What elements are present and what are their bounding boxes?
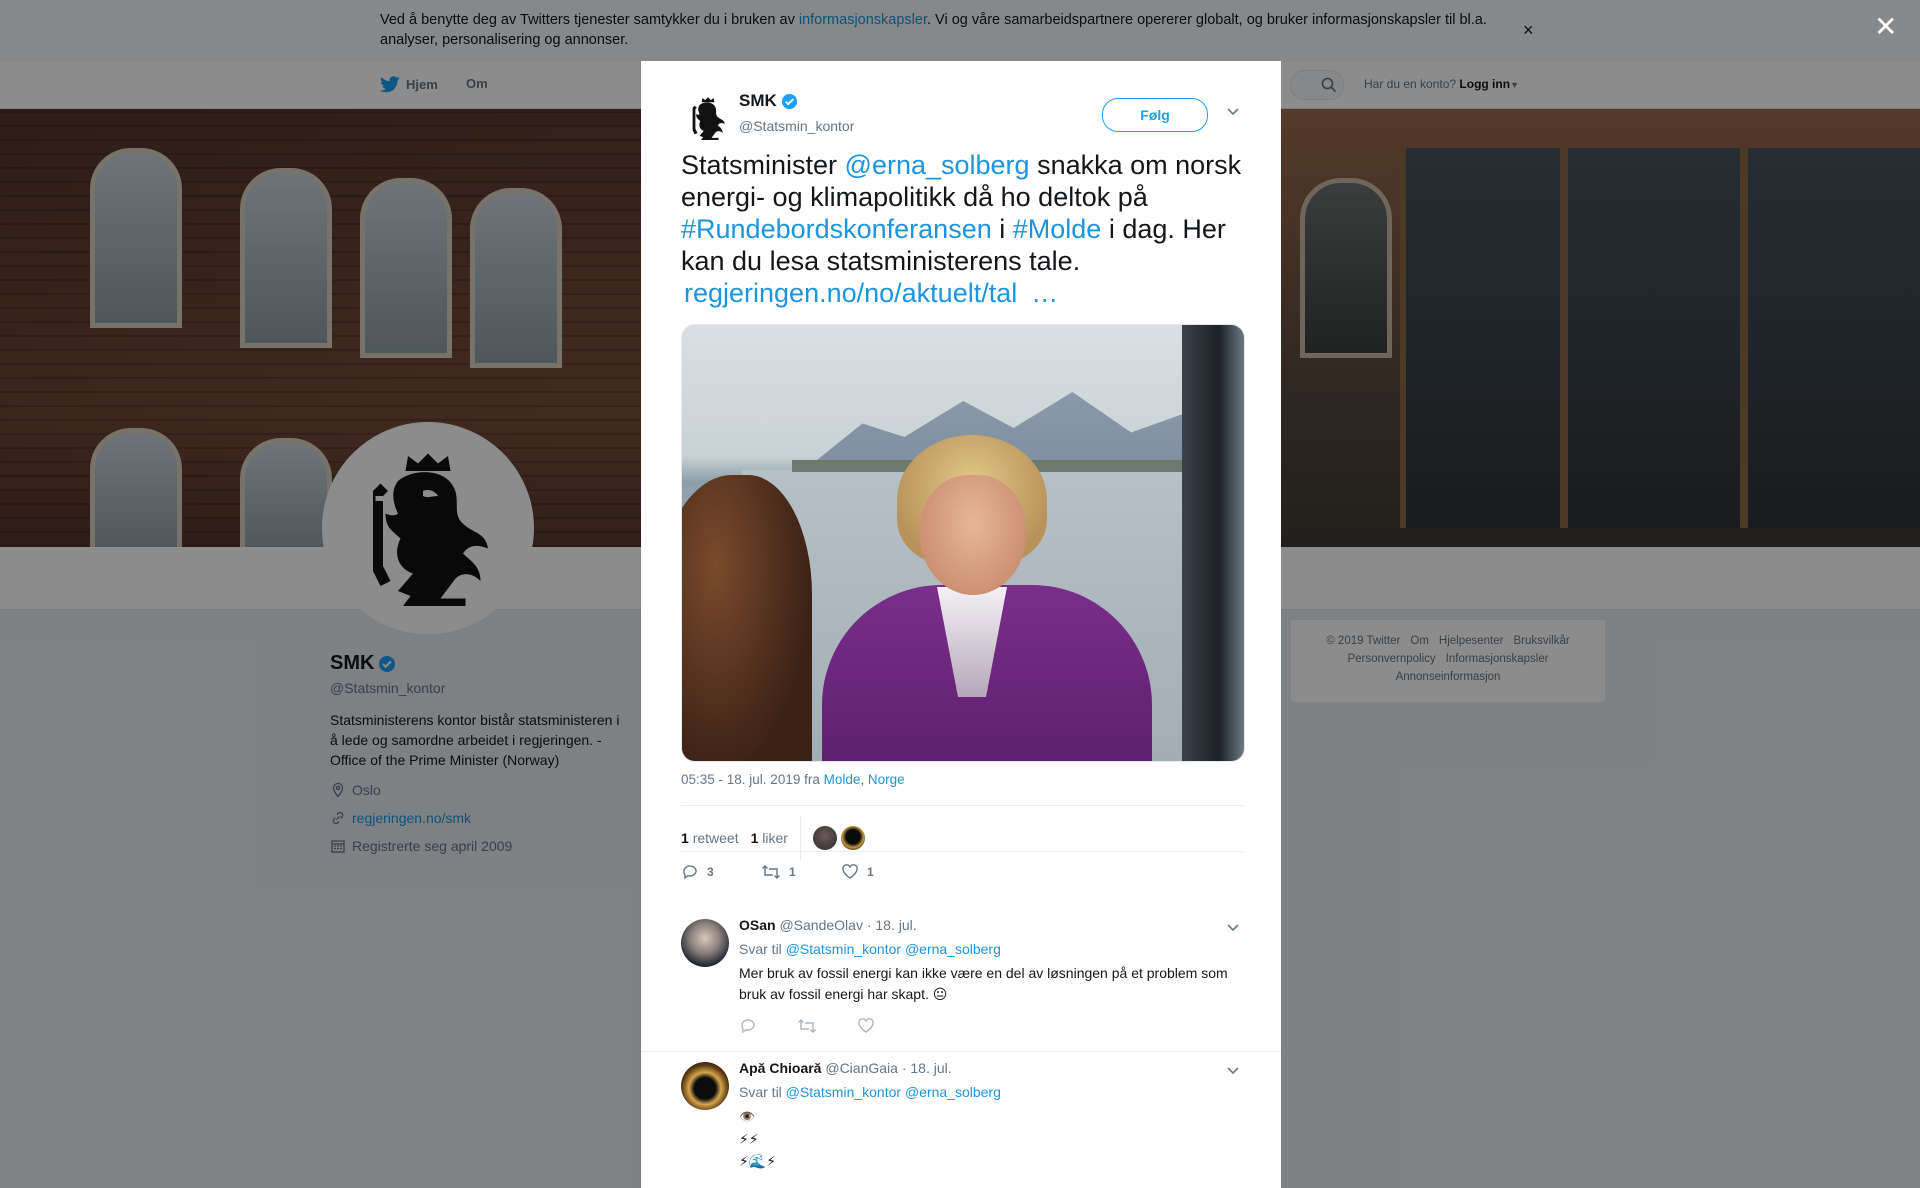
tweet-actions: 3 1 1	[681, 863, 921, 881]
reply-header: OSan @SandeOlav · 18. jul.	[739, 917, 917, 933]
tweet-text-part: Statsminister	[681, 150, 845, 180]
reply-author-handle[interactable]: @CianGaia	[825, 1060, 898, 1076]
liker-avatar[interactable]	[812, 826, 837, 850]
tweet-mention[interactable]: @erna_solberg	[845, 150, 1030, 180]
like-action-count: 1	[867, 865, 874, 879]
verified-icon	[781, 93, 798, 110]
tweet-text-part: i	[991, 214, 1013, 244]
follow-button[interactable]: Følg	[1102, 98, 1208, 132]
retweet-icon	[761, 863, 781, 881]
reply-date[interactable]: · 18. jul.	[867, 917, 917, 933]
retweet-label: retweet	[692, 830, 739, 846]
like-icon	[841, 863, 859, 881]
divider	[681, 805, 1243, 806]
reply-header: Apă Chioară @CianGaia · 18. jul.	[739, 1060, 952, 1076]
divider	[799, 816, 801, 860]
reply-count: 3	[707, 865, 714, 879]
reply-to-mentions[interactable]: @Statsmin_kontor @erna_solberg	[786, 1084, 1001, 1100]
reply-to-mentions[interactable]: @Statsmin_kontor @erna_solberg	[786, 941, 1001, 957]
reply-author-name[interactable]: Apă Chioară	[739, 1060, 821, 1076]
reply-author-handle[interactable]: @SandeOlav	[779, 917, 862, 933]
retweet-button[interactable]: 1	[761, 863, 841, 881]
tweet-hashtag[interactable]: #Molde	[1013, 214, 1102, 244]
tweet-time-text: 05:35 - 18. jul. 2019 fra	[681, 772, 824, 787]
retweet-icon[interactable]	[797, 1017, 817, 1035]
liker-avatar[interactable]	[840, 826, 865, 850]
like-button[interactable]: 1	[841, 863, 921, 881]
reply-avatar[interactable]	[681, 919, 729, 967]
chevron-down-icon[interactable]	[1226, 923, 1240, 933]
reply-to-label: Svar til	[739, 1084, 782, 1100]
tweet-stats: 1 retweet 1 liker	[681, 816, 869, 860]
tweet-hashtag[interactable]: #Rundebordskonferansen	[681, 214, 992, 244]
retweet-stat[interactable]: 1 retweet	[681, 830, 739, 846]
like-count: 1	[750, 830, 759, 846]
reply-actions	[739, 1017, 875, 1035]
like-label: liker	[762, 830, 788, 846]
like-icon[interactable]	[857, 1017, 875, 1035]
photo-person-face	[920, 475, 1026, 595]
reply-button[interactable]: 3	[681, 863, 761, 881]
reply-tweet[interactable]: Apă Chioară @CianGaia · 18. jul. Svar ti…	[641, 1051, 1281, 1188]
norwegian-lion-logo	[692, 97, 725, 140]
tweet-photo[interactable]	[681, 324, 1245, 762]
reply-text: 👁️ ⚡⚡ ⚡🌊⚡	[739, 1106, 1239, 1172]
chevron-down-icon[interactable]	[1226, 107, 1240, 117]
reply-avatar[interactable]	[681, 1062, 729, 1110]
tweet-author-handle[interactable]: @Statsmin_kontor	[739, 118, 854, 134]
tweet-place-link[interactable]: Molde, Norge	[824, 772, 905, 787]
photo-window-frame	[1182, 325, 1244, 761]
tweet-timestamp: 05:35 - 18. jul. 2019 fra Molde, Norge	[681, 772, 905, 787]
photo-foreground-person	[682, 475, 812, 761]
divider	[681, 851, 1243, 852]
tweet-modal: SMK @Statsmin_kontor Følg Statsminister …	[641, 61, 1281, 1188]
tweet-url[interactable]: regjeringen.no/no/aktuelt/tal	[684, 278, 1017, 308]
retweet-action-count: 1	[789, 865, 796, 879]
tweet-text: Statsminister @erna_solberg snakka om no…	[681, 149, 1251, 309]
like-stat[interactable]: 1 liker	[751, 830, 788, 846]
close-icon[interactable]: ✕	[1874, 10, 1897, 43]
reply-to: Svar til @Statsmin_kontor @erna_solberg	[739, 941, 1001, 957]
tweet-author-avatar[interactable]	[681, 91, 739, 149]
reply-to-label: Svar til	[739, 941, 782, 957]
reply-author-name[interactable]: OSan	[739, 917, 776, 933]
tweet-author-name-text: SMK	[739, 91, 777, 110]
chevron-down-icon[interactable]	[1226, 1066, 1240, 1076]
reply-text-line: ⚡⚡	[739, 1131, 759, 1147]
retweet-count: 1	[681, 830, 689, 846]
reply-text-line: 👁️	[739, 1109, 756, 1124]
tweet-author-name[interactable]: SMK	[739, 91, 798, 111]
tweet-url-ellipsis: …	[1031, 278, 1059, 308]
reply-text: Mer bruk av fossil energi kan ikke være …	[739, 965, 1228, 1002]
reply-date[interactable]: · 18. jul.	[902, 1060, 952, 1076]
reply-icon	[681, 863, 699, 881]
reply-icon[interactable]	[739, 1017, 757, 1035]
reply-tweet[interactable]: OSan @SandeOlav · 18. jul. Svar til @Sta…	[641, 909, 1281, 1049]
reply-to: Svar til @Statsmin_kontor @erna_solberg	[739, 1084, 1001, 1100]
reply-text-line: ⚡🌊⚡	[739, 1153, 777, 1169]
